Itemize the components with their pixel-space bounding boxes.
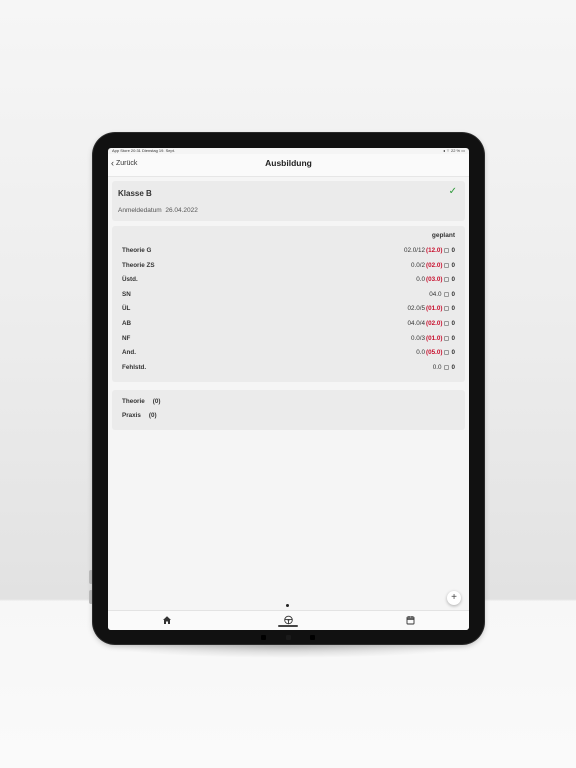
lesson-name: Üstd. [122, 276, 138, 284]
lesson-planned: (03.0) [426, 276, 443, 284]
lesson-name: AB [122, 320, 132, 327]
lesson-done: 02.0/12 [404, 247, 426, 254]
lesson-values: 0.0 (05.0) 0 [416, 349, 455, 356]
lesson-planned: (05.0) [426, 349, 443, 357]
lessons-card: geplant Theorie G 02.0/12 (12.0) 0 Theorie Z… [112, 226, 465, 382]
lesson-done: 0.0/3 [411, 334, 426, 342]
lesson-values: 04.0/4 (02.0) 0 [408, 320, 455, 327]
lesson-done: 02.0/5 [407, 305, 426, 313]
registration-date-value: 26.04.2022 [165, 207, 198, 214]
lesson-done: 0.0/2 [411, 261, 426, 269]
calendar-icon [444, 350, 450, 356]
lesson-row[interactable]: Üstd. 0.0 (03.0) 0 [122, 275, 455, 285]
lesson-count: 0 [451, 290, 455, 298]
status-bar: App Store 20:31 Dienstag 19. Sept. ◂ ⌔ 2… [108, 148, 469, 153]
lesson-row[interactable]: ÜL 02.0/5 (01.0) 0 [122, 304, 455, 314]
navigation-bar: ‹ Zurück Ausbildung [108, 154, 469, 177]
calendar-icon [444, 248, 450, 253]
lesson-planned: (12.0) [426, 247, 443, 254]
lesson-planned: (01.0) [426, 305, 443, 313]
calendar-icon [444, 306, 450, 312]
lesson-count: 0 [451, 334, 455, 342]
lesson-name: NF [122, 334, 131, 342]
add-button[interactable]: + [447, 591, 461, 605]
app-screen: App Store 20:31 Dienstag 19. Sept. ◂ ⌔ 2… [108, 148, 469, 630]
lesson-planned: (02.0) [426, 261, 443, 269]
summary-value: (0) [152, 398, 161, 405]
lesson-done: 04.0 [429, 290, 442, 298]
lesson-values: 0.0 (03.0) 0 [416, 276, 455, 283]
summary-label: Theorie [122, 398, 145, 405]
calendar-icon [444, 291, 450, 297]
lesson-values: 0.0/3 (01.0) 0 [411, 335, 455, 342]
lesson-row[interactable]: NF 0.0/3 (01.0) 0 [122, 334, 455, 344]
lesson-name: ÜL [122, 305, 131, 313]
lesson-values: 02.0/5 (01.0) 0 [408, 305, 455, 312]
lesson-row[interactable]: AB 04.0/4 (02.0) 0 [122, 319, 455, 329]
page-indicator [286, 604, 289, 607]
lesson-done: 04.0/4 [407, 320, 426, 327]
lesson-count: 0 [451, 349, 455, 357]
lesson-row[interactable]: Theorie ZS 0.0/2 (02.0) 0 [122, 261, 455, 271]
planned-column-header: geplant [431, 232, 455, 239]
lesson-planned: (02.0) [426, 320, 443, 327]
lesson-name: SN [122, 290, 131, 298]
summary-theory: Theorie (0) [122, 398, 160, 405]
calendar-icon [444, 321, 450, 326]
lesson-name: And. [122, 349, 136, 357]
lesson-count: 0 [451, 247, 455, 254]
lesson-done: 0.0 [416, 349, 426, 357]
lesson-done: 0.0 [432, 363, 442, 371]
tab-bar [108, 610, 469, 630]
calendar-icon [444, 335, 450, 341]
license-class-card[interactable]: Klasse B ✓ Anmeldedatum 26.04.2022 [112, 181, 465, 221]
summary-practice: Praxis (0) [122, 412, 157, 419]
lesson-count: 0 [451, 261, 455, 269]
lesson-name: Theorie G [122, 247, 152, 254]
registration-date-label: Anmeldedatum [118, 207, 162, 214]
lesson-values: 0.0/2 (02.0) 0 [411, 262, 455, 269]
lesson-row[interactable]: And. 0.0 (05.0) 0 [122, 348, 455, 358]
lesson-done: 0.0 [416, 276, 426, 284]
lesson-name: Theorie ZS [122, 261, 155, 269]
calendar-icon [444, 277, 450, 283]
status-left: App Store 20:31 Dienstag 19. Sept. [112, 148, 175, 153]
summary-label: Praxis [122, 412, 141, 419]
status-right: ◂ ⌔ 22 % ▭ [443, 148, 465, 153]
lesson-count: 0 [451, 276, 455, 284]
page-title: Ausbildung [265, 158, 312, 168]
registration-date: Anmeldedatum 26.04.2022 [118, 207, 198, 214]
lesson-values: 04.0 0 [429, 291, 455, 298]
lesson-name: Fehlstd. [122, 363, 147, 371]
home-icon[interactable] [160, 615, 174, 627]
lesson-row[interactable]: SN 04.0 0 [122, 290, 455, 300]
lesson-row[interactable]: Theorie G 02.0/12 (12.0) 0 [122, 246, 455, 256]
calendar-icon [444, 262, 450, 268]
summary-card: Theorie (0) Praxis (0) [112, 390, 465, 430]
lesson-row[interactable]: Fehlstd. 0.0 0 [122, 363, 455, 373]
home-indicator [278, 625, 298, 627]
license-class-title: Klasse B [118, 189, 152, 198]
lesson-values: 0.0 0 [433, 364, 455, 371]
lesson-count: 0 [451, 320, 455, 327]
lesson-planned: (01.0) [426, 334, 443, 342]
lesson-count: 0 [451, 305, 455, 313]
calendar-icon[interactable] [403, 615, 417, 627]
checkmark-icon: ✓ [448, 186, 457, 197]
summary-value: (0) [148, 412, 157, 419]
lesson-values: 02.0/12 (12.0) 0 [404, 247, 455, 254]
calendar-icon [444, 364, 450, 370]
lesson-count: 0 [451, 363, 455, 371]
